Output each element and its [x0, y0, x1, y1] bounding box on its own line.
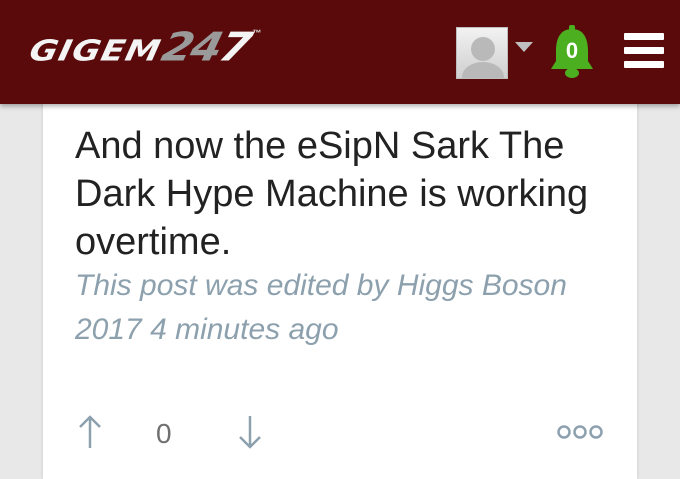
more-options-button[interactable] — [557, 424, 603, 440]
menu-bar-middle — [624, 47, 664, 54]
upvote-button[interactable] — [78, 415, 102, 449]
menu-bar-top — [624, 33, 664, 40]
logo-trademark: ™ — [252, 28, 262, 38]
site-header: GIGEM 247 ™ 0 — [0, 0, 680, 104]
more-options-icon — [557, 425, 603, 439]
edited-note: This post was edited by Higgs Boson 2017… — [75, 269, 567, 346]
menu-bar-bottom — [624, 61, 664, 68]
notifications-button[interactable]: 0 — [548, 25, 596, 79]
avatar-body — [462, 62, 504, 78]
logo-number: 247 — [157, 25, 254, 71]
notification-count: 0 — [565, 38, 579, 63]
chevron-down-icon[interactable] — [515, 42, 533, 52]
vote-count: 0 — [156, 418, 172, 449]
logo-wordmark: GIGEM — [26, 34, 165, 68]
avatar-head — [471, 37, 495, 61]
arrow-up-icon — [79, 415, 101, 448]
arrow-down-icon — [239, 416, 261, 449]
hamburger-menu-icon[interactable] — [624, 33, 664, 69]
downvote-button[interactable] — [238, 415, 262, 449]
post-body: And now the eSipN Sark The Dark Hype Mac… — [75, 125, 589, 263]
site-logo[interactable]: GIGEM 247 ™ — [26, 22, 262, 71]
user-avatar-icon[interactable] — [456, 27, 508, 79]
